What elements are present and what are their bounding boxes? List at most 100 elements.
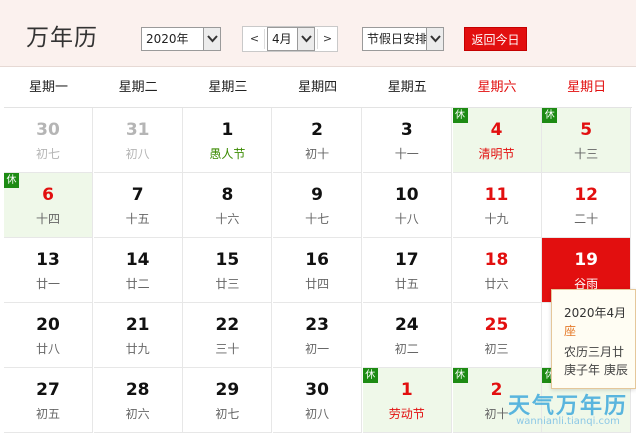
calendar-day[interactable]: 28 初六 [93,368,183,433]
calendar-day[interactable]: 25 初三 [452,303,542,368]
calendar-day[interactable]: 8 十六 [183,173,273,238]
next-month-button[interactable]: > [317,29,337,49]
calendar-day[interactable]: 23 初一 [273,303,363,368]
day-number: 12 [574,185,599,205]
day-number: 21 [125,315,150,335]
lunar-date: 二十 [574,212,599,226]
chevron-down-icon[interactable] [203,28,220,50]
day-number: 14 [125,250,150,270]
lunar-date: 十三 [574,147,599,161]
month-select-value: 4月 [272,32,292,46]
day-number: 28 [125,380,150,400]
calendar-day[interactable]: 31 初八 [93,108,183,173]
chevron-down-icon[interactable] [297,28,314,50]
calendar-day[interactable]: 21 廿九 [93,303,183,368]
day-number: 5 [580,120,593,140]
lunar-date: 初八 [125,147,150,161]
calendar-day[interactable]: 3 十一 [362,108,452,173]
lunar-date: 廿二 [125,277,150,291]
calendar-day[interactable]: 16 廿四 [273,238,363,303]
day-number: 11 [484,185,509,205]
calendar-day[interactable]: 12 二十 [542,173,632,238]
year-select[interactable]: 2020年 [141,27,221,51]
lunar-date: 廿一 [35,277,60,291]
day-number: 9 [311,185,324,205]
calendar-day[interactable]: 9 十七 [273,173,363,238]
calendar-day[interactable]: 7 十五 [93,173,183,238]
calendar-day[interactable]: 20 廿八 [4,303,93,368]
lunar-date: 十九 [484,212,509,226]
lunar-date: 初一 [305,342,330,356]
day-number: 18 [484,250,509,270]
weekday-label: 星期日 [567,80,607,95]
day-number: 1 [400,380,413,400]
weekday-label: 星期六 [477,80,517,95]
lunar-date: 初五 [35,407,60,421]
weekday-header-row: 星期一 星期二 星期三 星期四 星期五 星期六 星期日 [4,68,632,108]
calendar-day[interactable]: 2 初十 [273,108,363,173]
calendar-day[interactable]: 休 6 十四 [4,173,93,238]
day-number: 22 [215,315,240,335]
prev-month-button[interactable]: < [245,29,265,49]
lunar-date: 廿八 [35,342,60,356]
weekday-label: 星期四 [298,80,338,95]
lunar-date: 三十 [215,342,240,356]
calendar-day[interactable]: 休 4 清明节 [452,108,542,173]
lunar-date: 初八 [305,407,330,421]
lunar-date: 十七 [305,212,330,226]
day-number: 2 [490,380,503,400]
calendar-day[interactable]: 休 1 劳动节 [362,368,452,433]
calendar-header: 万年历 2020年 < 4月 > 节假日安排 返回今日 [0,0,636,67]
day-number: 20 [36,315,60,335]
day-number: 16 [305,250,329,270]
lunar-date: 愚人节 [209,147,246,161]
calendar-day[interactable]: 14 廿二 [93,238,183,303]
calendar-day[interactable]: 18 廿六 [452,238,542,303]
calendar-day[interactable]: 休 2 初十 [452,368,542,433]
calendar-day[interactable]: 17 廿五 [362,238,452,303]
lunar-date: 十八 [394,212,419,226]
calendar-day[interactable]: 1 愚人节 [183,108,273,173]
chevron-down-icon[interactable] [426,28,443,50]
back-to-today-button[interactable]: 返回今日 [464,27,527,51]
lunar-date: 初十 [484,407,509,421]
year-select-value: 2020年 [146,32,189,46]
day-number: 10 [394,185,419,205]
weekday-label: 星期五 [387,80,427,95]
day-number: 8 [221,185,234,205]
calendar-day[interactable]: 11 十九 [452,173,542,238]
month-select[interactable]: 4月 [267,27,315,51]
holiday-select[interactable]: 节假日安排 [362,27,444,51]
lunar-date: 初二 [394,342,419,356]
lunar-date: 十六 [215,212,240,226]
tooltip-constellation: 座 [564,324,577,338]
lunar-date: 廿五 [394,277,419,291]
calendar-day[interactable]: 24 初二 [362,303,452,368]
month-navigator: < 4月 > [242,26,338,52]
calendar-day[interactable]: 27 初五 [4,368,93,433]
day-number: 19 [574,250,599,270]
calendar-day[interactable]: 30 初七 [4,108,93,173]
day-number: 13 [36,250,60,270]
day-number: 6 [42,185,54,205]
lunar-date: 初七 [35,147,60,161]
day-number: 17 [394,250,419,270]
day-number: 25 [484,315,509,335]
lunar-date: 初七 [215,407,240,421]
lunar-date: 廿四 [305,277,330,291]
date-detail-tooltip: 2020年4月 座 农历三月廿 庚子年 庚辰 [551,289,636,389]
calendar-day[interactable]: 休 5 十三 [542,108,632,173]
day-number: 4 [490,120,503,140]
day-number: 3 [400,120,413,140]
day-number: 27 [36,380,60,400]
calendar-day[interactable]: 13 廿一 [4,238,93,303]
calendar-day[interactable]: 15 廿三 [183,238,273,303]
calendar-day[interactable]: 22 三十 [183,303,273,368]
page-title: 万年历 [26,25,98,51]
lunar-date: 初六 [125,407,150,421]
calendar-day[interactable]: 10 十八 [362,173,452,238]
lunar-date: 清明节 [478,147,515,161]
day-number: 2 [311,120,324,140]
calendar-day[interactable]: 30 初八 [273,368,363,433]
calendar-day[interactable]: 29 初七 [183,368,273,433]
